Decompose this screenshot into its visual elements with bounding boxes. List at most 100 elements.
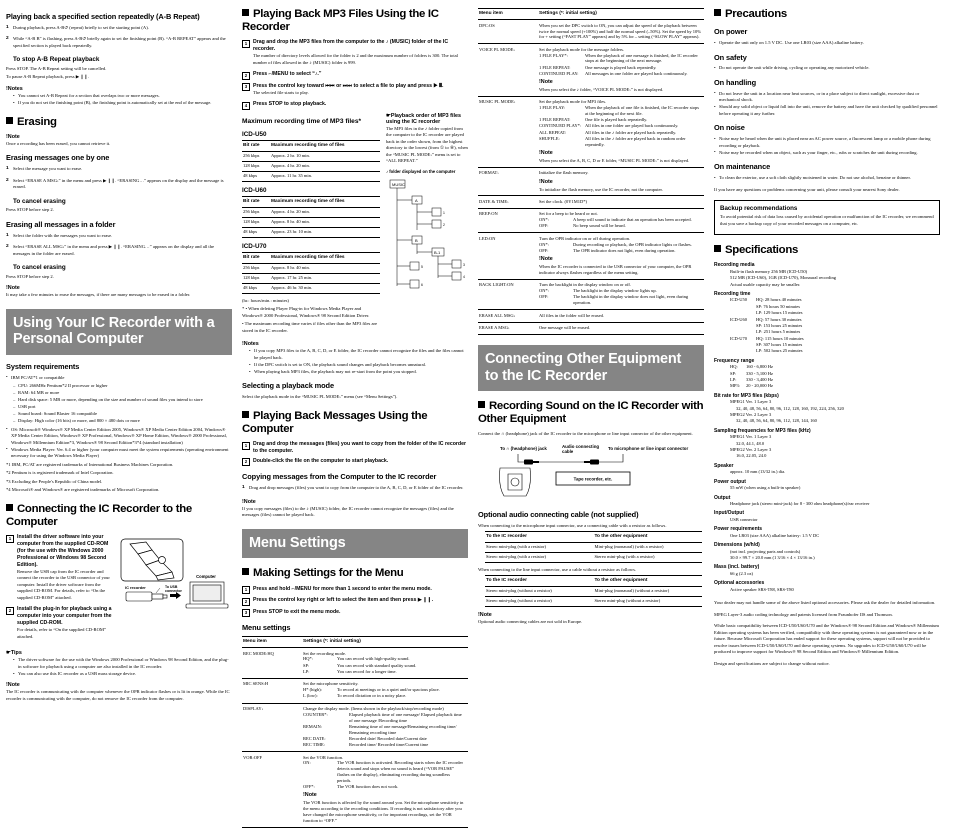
ab-repeat-stop-line-2: To pause A-B Repeat playback, press ▶ ❙❙… [6,74,90,80]
recording-other-equipment-heading: Recording Sound on the IC Recorder with … [478,400,704,426]
system-requirements-heading: System requirements [6,361,80,371]
setting-key: 1 FILE REPEAT: [539,64,571,70]
spec-key: SP: [756,322,763,328]
format-note-text: To initialize the flash memory, use the … [539,186,663,192]
step-number: 4 [242,101,250,110]
table-row: Stereo mini-plug (without a resistor) Ste… [485,596,702,607]
setting-def: ALL REPEAT: All files in the ♪ folder are… [539,130,701,136]
setting-def: REC TIME: Recorded time/ Recorded time/Cu… [303,742,465,748]
table-row: 48 kbps Approx. 11 hr. 35 min. [242,171,380,182]
list-item: Noise may be recorded when an object, su… [714,149,940,157]
setting-def: CONTINUED PLAY: All messages in one folde… [539,71,701,77]
connect-equipment-band: Connecting Other Equipment to the IC Rec… [478,345,704,392]
mp3-step-4: 4 Press STOP to stop playback. [242,101,468,110]
usb-connection-figure: Computer IC recorder To USB connector [120,538,232,610]
cable-table-with-resistor: To the IC recorder To the other equipmen… [485,531,702,563]
erasing-heading: Erasing [6,116,232,129]
spec-line: approx. 10 mm (13/32 in.) dia. [730,469,786,475]
mp3-footnote-2: • The maximum recording time varies if f… [242,321,378,333]
spec-value: 28 hours 40 minutes [764,297,802,303]
order-number: 2 [443,223,445,227]
step-text: For details, refer to “On the supplied C… [17,627,107,639]
tip-figure-caption: ♪ folder displayed on the computer [386,168,456,174]
setting-def: L (low): To record dictation or in a nois… [303,693,465,699]
table-row: REC MODE:HQ Set the recording mode. HQ*:… [242,647,468,679]
spec-line: Actual usable capacity may be smaller. [730,281,801,287]
setting-key: L (low): [303,693,318,699]
menu-item-name: REC MODE:HQ [242,647,302,679]
setting-def: ON*: A beep will sound to indicate that a… [539,217,701,223]
erasing-note-text: Once a recording has been erased, you ca… [6,140,111,146]
list-item: Do not operate the unit while driving, c… [714,65,940,72]
connect-recorder-heading: Connecting the IC Recorder to the Comput… [6,502,192,528]
recording-other-equipment-text: Connect the ∩ (headphone) jack of the IC… [478,431,693,437]
spec-key: SP: [756,303,763,309]
ab-repeat-stop-line-1: Press STOP. The A-B Repeat setting will … [6,65,107,71]
mp3-footnote-1: * • When deleting Player Plug-in for Win… [242,306,370,318]
setting-value: A beep will sound to indicate that an op… [573,217,692,223]
connect-step-1: 1 Install the driver software into your … [6,534,116,603]
setting-def: OFF: No beep sound will be heard. [539,223,701,229]
vor-note-heading: !Note [303,792,317,799]
setting-value: When the playback of one file is finishe… [585,105,699,117]
connect-note-heading: !Note [6,682,20,689]
list-item: If the DPC switch is set to ON, the play… [249,362,468,369]
making-step-3: 3 Press STOP to exit the menu mode. [242,609,468,617]
copy-note-heading: !Note [242,498,256,505]
menu-item-settings: Set the clock. (0Y1M1D*) [538,195,704,209]
cell-bitrate: 256 kbps [242,207,271,218]
music-mode-note-text: When you select the A, B, C, D or E fold… [539,157,690,163]
precaution-group-title-power: On power [714,27,748,37]
menu-item-settings: Set the playback mode for the message fo… [538,43,704,97]
specs-closing-2: MPEG Layer-3 audio coding technology and… [714,611,893,617]
menu-item-name: DPC:OS [478,19,538,45]
erase-all-cancel-heading: To cancel erasing [13,264,66,272]
setting-key: ON*: [539,288,549,294]
spec-line: 32, 40, 48, 56, 64, 80, 96, 112, 128, 14… [736,418,817,424]
specs-closing-4: Design and specifications are subject to… [714,660,830,666]
cell-time: Approx. 11 hr. 35 min. [270,171,380,182]
erase-all-heading: Erasing all messages in a folder [6,219,116,229]
menu-item-settings: Set the playback mode for MP3 files. 1 F… [538,96,704,168]
menu-item-name: ERASE A MSG› [478,322,538,336]
spec-title-power-requirements: Power requirements [714,526,763,533]
setting-value: No beep sound will be heard. [573,223,626,229]
menu-item-settings: Set for a beep to be heard or not. ON*: A… [538,208,704,234]
connect-note-text: The IC recorder is communicating with th… [6,689,230,701]
ab-repeat-step-1: 1 During playback, press A-B↺ (repeat) b… [6,25,232,34]
step-number: 2 [6,36,9,42]
step-number: 2 [6,606,14,615]
ic-recorder-label: IC recorder [125,585,146,590]
list-item: You cannot set A-B Repeat for a section … [13,93,232,100]
specs-closing-3: While basic compatibility between ICD-U5… [714,623,939,655]
folder-root-label: MUSIC [392,182,405,187]
mp3-notes-list: If you copy MP3 files to the A, B, C, D,… [249,348,468,375]
cell-ic-recorder: Stereo mini-plug (with a resistor) [485,552,594,563]
step-text: During playback, press A-B↺ (repeat) bri… [13,24,149,30]
folder-b1-label: B-1 [434,250,441,255]
square-bullet-icon [714,245,721,253]
erasing-note-heading: !Note [6,133,20,140]
computer-label: Computer [196,574,216,579]
square-bullet-icon [242,410,249,418]
led-note-heading: !Note [539,256,553,263]
menu-item-settings: When you set the DPC switch to ON, you c… [538,19,704,45]
step-text: Select the folder with the messages you … [13,232,113,238]
erase-one-step-1: 1 Select the message you want to erase. [6,166,232,175]
table-row: 256 kbps Approx. 4 hr. 20 min. [242,207,380,218]
menu-item-name: MUSIC PL MODE› [478,96,538,168]
copy-messages-step-1: 1 Drag and drop messages (files) you wan… [242,485,468,494]
list-item: OS: Microsoft® Windows® XP Media Center … [6,426,232,447]
tip-text: The MP3 files in the ♪ folder copied fro… [386,125,468,164]
setting-def: SP: You can record with standard quality … [303,663,465,669]
setting-value: To record dictation or in a noisy place. [337,693,407,699]
setting-value: You can record with standard quality sou… [337,662,417,668]
voice-mode-note-text: When you select the ♪ folder, “VOICE PL … [539,87,664,93]
step-number: 2 [242,597,250,606]
setting-def: LP: You can record for a longer time. [303,669,465,675]
step-bold-text: Press STOP to stop playback. [253,101,327,108]
setting-key: ON*: [539,217,549,223]
spec-title-power-output: Power output [714,478,746,485]
square-bullet-icon [242,568,249,576]
list-item: Display: High color (16 bits) or more, a… [13,418,232,425]
